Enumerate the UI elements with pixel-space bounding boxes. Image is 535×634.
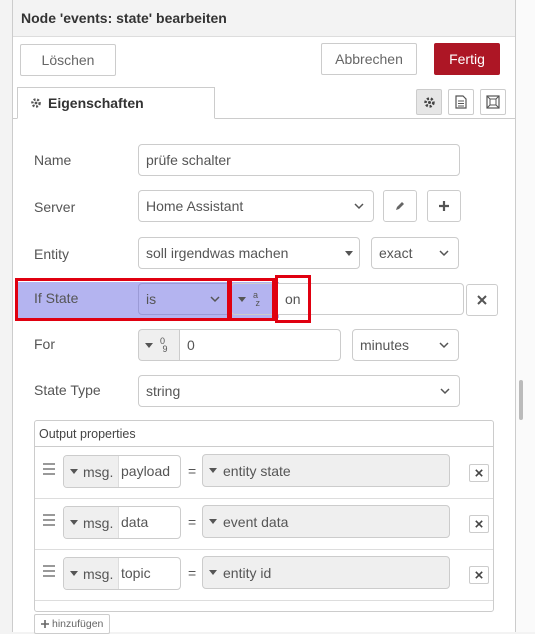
delete-button[interactable]: Löschen: [20, 44, 116, 76]
tab-properties[interactable]: Eigenschaften: [17, 87, 215, 119]
value-label: event data: [223, 513, 289, 530]
property-prefix: msg.: [83, 514, 114, 531]
property-type-select[interactable]: msg.: [64, 456, 119, 487]
document-icon: [455, 95, 467, 109]
list-item: msg. payload = entity state: [35, 447, 493, 499]
chevron-down-icon: [439, 250, 449, 257]
entity-match-select[interactable]: exact: [371, 237, 459, 269]
tab-properties-label: Eigenschaften: [48, 95, 144, 111]
caret-down-icon: [70, 520, 78, 525]
server-label: Server: [34, 199, 76, 215]
state-type-value: string: [146, 383, 181, 399]
cancel-button[interactable]: Abbrechen: [321, 43, 417, 75]
property-name: payload: [121, 463, 171, 479]
edit-server-button[interactable]: [383, 190, 417, 222]
workspace-edge-right: [514, 0, 535, 632]
for-unit-value: minutes: [360, 337, 410, 353]
property-select[interactable]: msg. data: [63, 506, 181, 539]
remove-row-button[interactable]: [469, 515, 489, 533]
chevron-down-icon: [439, 342, 449, 349]
value-select[interactable]: entity state: [202, 454, 450, 487]
remove-row-button[interactable]: [469, 464, 489, 482]
state-type-label: State Type: [34, 382, 101, 398]
clear-if-state-button[interactable]: [466, 284, 498, 316]
close-icon: [475, 571, 483, 579]
annotation-box-value: [275, 275, 311, 323]
add-property-label: hinzufügen: [52, 618, 104, 630]
property-name: data: [121, 514, 149, 530]
equals-sign: =: [188, 565, 197, 581]
remove-row-button[interactable]: [469, 566, 489, 584]
edit-dialog: Node 'events: state' bearbeiten Löschen …: [12, 0, 516, 634]
entity-label: Entity: [34, 246, 70, 262]
output-properties-list: msg. payload = entity state msg. data = …: [35, 446, 493, 611]
output-properties-header: Output properties: [39, 427, 136, 441]
value-label: entity state: [223, 462, 291, 479]
for-type-select[interactable]: 0 9: [138, 329, 180, 361]
chevron-down-icon: [354, 203, 364, 210]
value-label: entity id: [223, 564, 272, 581]
property-prefix: msg.: [83, 565, 114, 582]
tab-bar: Eigenschaften: [13, 86, 515, 119]
drag-handle-icon[interactable]: [43, 514, 55, 529]
property-select[interactable]: msg. payload: [63, 455, 181, 488]
settings-tab-button[interactable]: [416, 89, 442, 115]
list-item: msg. topic = entity id: [35, 549, 493, 601]
dialog-title-bar: Node 'events: state' bearbeiten: [13, 0, 515, 37]
description-tab-button[interactable]: [448, 89, 474, 115]
for-label: For: [34, 336, 55, 352]
done-button[interactable]: Fertig: [434, 43, 500, 75]
appearance-tab-button[interactable]: [480, 89, 506, 115]
equals-sign: =: [188, 514, 197, 530]
caret-down-icon: [209, 570, 217, 575]
caret-down-icon: [70, 571, 78, 576]
entity-value: soll irgendwas machen: [146, 245, 289, 261]
list-item: msg. data = event data: [35, 498, 493, 550]
entity-match-value: exact: [379, 245, 413, 261]
caret-down-icon: [345, 251, 353, 256]
for-value-input[interactable]: 0: [179, 329, 341, 361]
caret-down-icon: [209, 468, 217, 473]
add-server-button[interactable]: [427, 190, 461, 222]
property-prefix: msg.: [83, 463, 114, 480]
output-properties-box: Output properties msg. payload = entity …: [34, 420, 494, 612]
drag-handle-icon[interactable]: [43, 565, 55, 580]
chevron-down-icon: [440, 388, 450, 395]
name-input[interactable]: prüfe schalter: [138, 144, 460, 176]
property-type-select[interactable]: msg.: [64, 558, 119, 589]
drag-handle-icon[interactable]: [43, 463, 55, 478]
plus-icon: [41, 620, 49, 628]
frame-icon: [486, 95, 500, 109]
number-type-icon: 0 9: [160, 336, 168, 354]
scrollbar[interactable]: [519, 380, 523, 420]
dialog-title: Node 'events: state' bearbeiten: [21, 10, 227, 26]
name-label: Name: [34, 152, 72, 168]
close-icon: [475, 469, 483, 477]
close-icon: [477, 295, 487, 305]
entity-select[interactable]: soll irgendwas machen: [138, 237, 360, 269]
state-type-select[interactable]: string: [138, 375, 460, 407]
property-type-select[interactable]: msg.: [64, 507, 119, 538]
for-unit-select[interactable]: minutes: [352, 329, 459, 361]
server-select[interactable]: Home Assistant: [138, 190, 374, 222]
property-select[interactable]: msg. topic: [63, 557, 181, 590]
gear-icon: [31, 98, 41, 108]
caret-down-icon: [145, 342, 153, 348]
gear-icon: [423, 96, 435, 108]
pencil-icon: [396, 202, 404, 210]
server-value: Home Assistant: [146, 198, 244, 214]
close-icon: [475, 520, 483, 528]
property-name: topic: [121, 565, 151, 581]
annotation-box-type: [229, 278, 275, 321]
plus-icon: [439, 201, 449, 211]
value-select[interactable]: event data: [202, 505, 450, 538]
annotation-box-if-state: [15, 278, 230, 321]
add-property-button[interactable]: hinzufügen: [34, 614, 111, 634]
caret-down-icon: [209, 519, 217, 524]
equals-sign: =: [188, 463, 197, 479]
caret-down-icon: [70, 469, 78, 474]
value-select[interactable]: entity id: [202, 556, 450, 589]
